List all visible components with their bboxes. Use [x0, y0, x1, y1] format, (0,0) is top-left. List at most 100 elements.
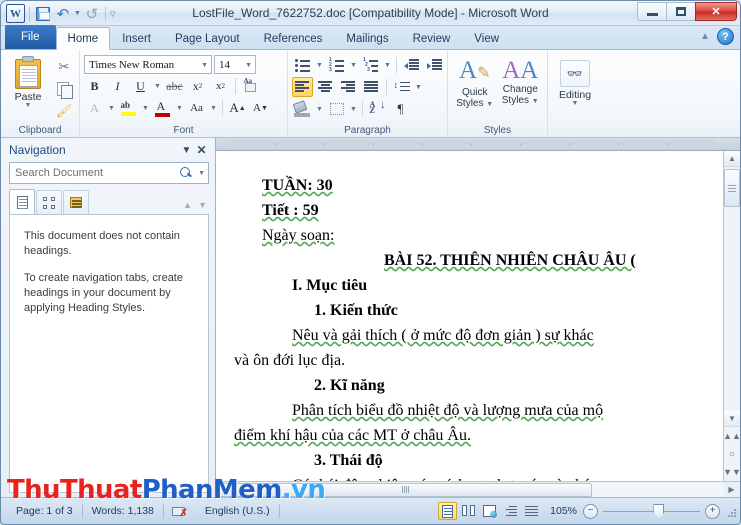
zoom-in-button[interactable]: +	[705, 503, 720, 519]
format-painter-button[interactable]: 🖌	[53, 101, 75, 121]
document-page[interactable]: TUẦN: 30 Tiết : 59 Ngày soạn: BÀI 52. TH…	[216, 151, 723, 481]
vertical-scroll-thumb[interactable]	[724, 169, 740, 207]
clear-formatting-button[interactable]: Aa	[186, 98, 207, 118]
tab-home[interactable]: Home	[55, 27, 111, 50]
chevron-down-icon[interactable]: ▼	[245, 61, 252, 69]
sort-button[interactable]: A Z ↓	[367, 99, 388, 119]
font-color-dropdown-icon[interactable]: ▼	[175, 105, 184, 112]
search-options-dropdown-icon[interactable]: ▼	[198, 170, 205, 177]
paste-button[interactable]: Paste ▼	[5, 53, 51, 109]
vertical-scroll-track[interactable]	[724, 207, 740, 411]
shrink-font-button[interactable]: A ▼	[250, 98, 271, 118]
change-styles-button[interactable]: AA Change Styles ▼	[498, 55, 544, 107]
vertical-scrollbar[interactable]: ▦ ▲ ▼ ▲▲ ○ ▼▼	[723, 151, 740, 481]
increase-indent-button[interactable]	[424, 55, 445, 75]
previous-page-button[interactable]: ▲▲	[723, 427, 740, 445]
resize-grip[interactable]	[724, 505, 736, 517]
restore-button[interactable]	[666, 2, 696, 21]
draft-view-button[interactable]	[522, 502, 541, 520]
zoom-out-button[interactable]: −	[583, 503, 598, 519]
shading-button[interactable]	[292, 99, 313, 119]
word-count[interactable]: Words: 1,138	[83, 505, 163, 517]
multilevel-list-button[interactable]: 123	[360, 55, 381, 75]
bullets-button[interactable]	[292, 55, 313, 75]
underline-dropdown-icon[interactable]: ▼	[153, 83, 162, 90]
align-left-button[interactable]	[292, 77, 313, 97]
change-case-button[interactable]: Aa	[240, 76, 261, 96]
search-input[interactable]: Search Document ▼	[9, 162, 209, 184]
close-icon[interactable]: ✕	[194, 143, 209, 157]
print-layout-view-button[interactable]	[438, 502, 458, 520]
next-page-button[interactable]: ▼▼	[723, 463, 740, 481]
web-layout-view-button[interactable]	[480, 502, 499, 520]
zoom-level[interactable]: 105%	[542, 505, 583, 517]
browse-headings-tab[interactable]	[9, 189, 35, 214]
grow-font-button[interactable]: A ▲	[227, 98, 248, 118]
numbering-button[interactable]: 123	[326, 55, 347, 75]
undo-dropdown-icon[interactable]: ▼	[74, 10, 81, 17]
bold-button[interactable]: B	[84, 76, 105, 96]
align-center-button[interactable]	[315, 77, 336, 97]
tab-page-layout[interactable]: Page Layout	[163, 27, 252, 49]
scroll-down-button[interactable]: ▼	[724, 411, 740, 427]
zoom-slider[interactable]	[603, 503, 700, 519]
text-highlight-button[interactable]: ab	[118, 98, 139, 118]
tab-review[interactable]: Review	[401, 27, 463, 49]
text-effects-button[interactable]: A	[84, 98, 105, 118]
clear-formatting-dropdown-icon[interactable]: ▼	[209, 105, 218, 112]
line-spacing-button[interactable]: ↕	[391, 77, 412, 97]
underline-button[interactable]: U	[130, 76, 151, 96]
language-indicator[interactable]: English (U.S.)	[196, 505, 279, 517]
font-name-combo[interactable]: Times New Roman ▼	[84, 55, 212, 74]
zoom-slider-thumb[interactable]	[653, 503, 665, 519]
text-effects-dropdown-icon[interactable]: ▼	[107, 105, 116, 112]
customize-qat-icon[interactable]: ▽	[110, 10, 115, 18]
undo-icon[interactable]: ↷	[54, 5, 72, 23]
help-icon[interactable]: ?	[717, 28, 734, 45]
tab-file[interactable]: File	[5, 25, 56, 49]
browse-pages-tab[interactable]	[36, 190, 62, 214]
chevron-up-icon[interactable]: ▲	[700, 31, 710, 42]
chevron-down-icon[interactable]: ▼	[179, 145, 194, 156]
decrease-indent-button[interactable]	[401, 55, 422, 75]
save-icon[interactable]	[34, 5, 52, 23]
editing-dropdown-icon[interactable]: ▼	[572, 100, 579, 107]
strikethrough-button[interactable]: abc	[164, 76, 185, 96]
triangle-down-icon[interactable]: ▼	[198, 200, 207, 210]
tab-insert[interactable]: Insert	[110, 27, 163, 49]
scroll-right-button[interactable]: ▶	[724, 483, 739, 497]
full-screen-reading-view-button[interactable]	[459, 502, 478, 520]
highlight-dropdown-icon[interactable]: ▼	[141, 105, 150, 112]
show-hide-marks-button[interactable]: ¶	[390, 99, 411, 119]
browse-results-tab[interactable]	[63, 190, 89, 214]
italic-button[interactable]: I	[107, 76, 128, 96]
cut-button[interactable]: ✂	[53, 57, 75, 77]
triangle-up-icon[interactable]: ▲	[183, 200, 192, 210]
justify-button[interactable]	[361, 77, 382, 97]
line-spacing-dropdown-icon[interactable]: ▼	[414, 84, 423, 91]
proofing-errors-icon[interactable]: ✗	[171, 505, 188, 518]
font-color-button[interactable]: A	[152, 98, 173, 118]
chevron-down-icon[interactable]: ▼	[201, 61, 208, 69]
borders-dropdown-icon[interactable]: ▼	[349, 106, 358, 113]
editing-button[interactable]: 👓 Editing ▼	[552, 57, 598, 107]
font-size-combo[interactable]: 14 ▼	[214, 55, 256, 74]
select-browse-object-button[interactable]: ○	[724, 445, 740, 463]
shading-dropdown-icon[interactable]: ▼	[315, 106, 324, 113]
outline-view-button[interactable]	[501, 502, 520, 520]
multilevel-dropdown-icon[interactable]: ▼	[383, 62, 392, 69]
tab-mailings[interactable]: Mailings	[334, 27, 400, 49]
bullets-dropdown-icon[interactable]: ▼	[315, 62, 324, 69]
search-icon[interactable]	[180, 166, 193, 180]
scroll-up-button[interactable]: ▲	[724, 151, 740, 167]
chevron-down-icon[interactable]: ▼	[25, 102, 32, 109]
subscript-button[interactable]: x2	[187, 76, 208, 96]
tab-view[interactable]: View	[462, 27, 511, 49]
superscript-button[interactable]: x2	[210, 76, 231, 96]
quick-styles-button[interactable]: A✎ Quick Styles ▼	[452, 55, 498, 110]
close-button[interactable]: ✕	[695, 2, 737, 21]
redo-icon[interactable]: ↺	[83, 5, 101, 23]
borders-button[interactable]	[326, 99, 347, 119]
align-right-button[interactable]	[338, 77, 359, 97]
minimize-button[interactable]	[637, 2, 667, 21]
